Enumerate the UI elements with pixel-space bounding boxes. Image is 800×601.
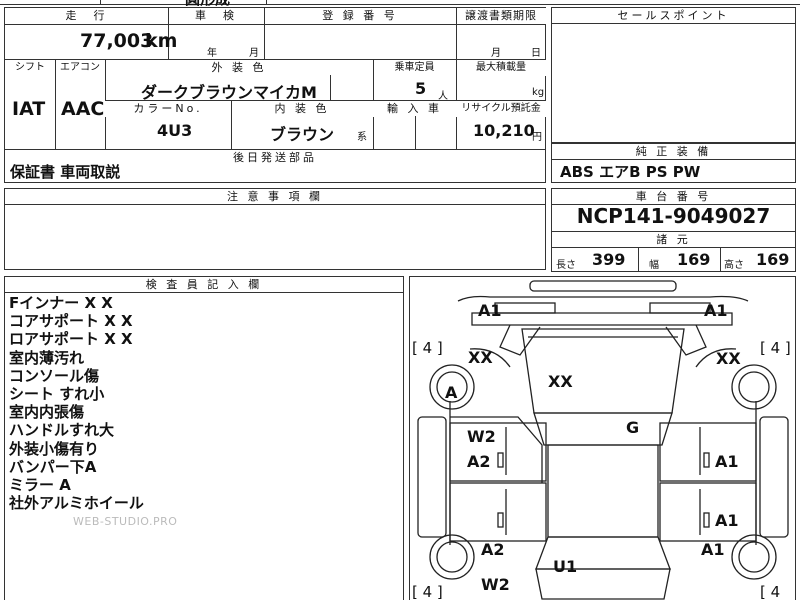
recycle-header: リサイクル預託金 [456,101,546,117]
list-item: ハンドルすれ大 [9,421,115,440]
inspector-header: 検 査 員 記 入 欄 [5,277,403,293]
list-item: コアサポート X X [9,312,133,331]
genuine-equipment-header: 純 正 装 備 [552,144,795,160]
capacity-value: 5 [415,79,427,98]
specs-header: 諸 元 [552,232,795,248]
top-partial-box [100,0,267,5]
inspector-list: Fインナー X X コアサポート X X ロアサポート X X 室内薄汚れ コン… [9,294,144,512]
list-item: 室内内張傷 [9,403,85,422]
sales-point-header: セールスポイント [552,8,795,24]
diagram-xx-right: XX [716,349,741,368]
diagram-bracket-bottom-left: [ 4 ] [412,583,443,601]
inspection-month-unit: 月 [249,48,259,59]
list-item: コンソール傷 [9,366,100,385]
list-item: 外装小傷有り [9,439,100,458]
later-parts-value: 保証書 車両取説 [10,163,121,181]
inspection-header: 車 検 [168,8,264,24]
diagram-a1-front-left: A1 [478,301,502,320]
diagram-bracket-bottom-right: [ 4 [760,583,781,601]
diagram-a2-left-front: A2 [467,452,491,471]
recycle-value: 10,210 [473,121,535,140]
diagram-bracket-top-right: [ 4 ] [760,339,791,357]
mileage-unit: km [145,30,178,52]
list-item: Fインナー X X [9,294,113,312]
transfer-day-unit: 日 [531,48,541,59]
interior-color-header: 内 装 色 [231,101,373,117]
diagram-a1-right-rear: A1 [715,511,739,530]
aircon-value: AAC [61,98,105,120]
spec-height-label: 高さ [724,260,744,271]
list-item: ロアサポート X X [9,330,133,349]
list-item: シート すれ小 [9,384,105,403]
inspector-box: 検 査 員 記 入 欄 Fインナー X X コアサポート X X ロアサポート … [4,276,404,600]
max-load-unit: kg [532,87,545,98]
diagram-xx-left: XX [468,348,493,367]
diagram-a1-rear-right: A1 [701,540,725,559]
chassis-header: 車 台 番 号 [552,189,795,205]
color-no-header: カラーNo. [105,101,231,117]
list-item: ミラー A [9,475,71,494]
max-load-header: 最大積載量 [456,60,546,76]
shift-value: IAT [12,98,46,120]
exterior-color-header: 外 装 色 [105,60,373,76]
vehicle-info-table: 走 行 車 検 登 録 番 号 譲渡書類期限 77,003 km 年 月 月 日… [4,7,546,183]
notes-header: 注 意 事 項 欄 [5,189,545,205]
transfer-month-unit: 月 [491,48,501,59]
mileage-value: 77,003 [80,30,154,52]
capacity-header: 乗車定員 [373,60,456,76]
notes-box: 注 意 事 項 欄 [4,188,546,270]
interior-color-suffix: 系 [357,132,367,143]
diagram-w2-left-rear: W2 [481,575,510,594]
shift-header: シフト [5,60,55,76]
spec-width-value: 169 [677,250,711,269]
chassis-box: 車 台 番 号 NCP141-9049027 諸 元 長さ 399 幅 169 … [551,188,796,272]
spec-width-label: 幅 [649,260,659,271]
diagram-a1-right-front: A1 [715,452,739,471]
diagram-a1-front-right: A1 [704,301,728,320]
registration-header: 登 録 番 号 [264,8,456,24]
spec-height-value: 169 [756,250,790,269]
spec-length-value: 399 [592,250,626,269]
genuine-equipment-box: 純 正 装 備 ABS エアB PS PW [551,143,796,183]
diagram-w2-left-front: W2 [467,427,496,446]
list-item: 社外アルミホイール [9,494,144,513]
diagram-bracket-top-left: [ 4 ] [412,339,443,357]
color-no-value: 4U3 [157,121,193,140]
recycle-unit: 円 [532,132,542,143]
sales-point-box: セールスポイント [551,7,796,143]
watermark: WEB-STUDIO.PRO [73,515,178,528]
interior-color-value: ブラウン [270,125,335,144]
diagram-a2-left-rear: A2 [481,540,505,559]
spec-length-label: 長さ [556,260,576,271]
import-header: 輸 入 車 [373,101,456,117]
diagram-u1-trunk: U1 [553,557,578,576]
transfer-header: 譲渡書類期限 [456,8,546,24]
list-item: 室内薄汚れ [9,348,85,367]
inspection-year-unit: 年 [207,48,217,59]
mileage-header: 走 行 [5,8,168,24]
list-item: バンパー下A [9,457,97,476]
diagram-xx-hood: XX [548,372,573,391]
diagram-a-wheel: A [445,383,458,402]
aircon-header: エアコン [55,60,105,76]
chassis-value: NCP141-9049027 [576,204,771,228]
diagram-g-roof: G [626,418,640,437]
car-diagram-box: A1 A1 [ 4 ] [ 4 ] XX XX XX A G W2 A2 A1 … [409,276,796,601]
genuine-equipment-value: ABS エアB PS PW [560,163,701,181]
